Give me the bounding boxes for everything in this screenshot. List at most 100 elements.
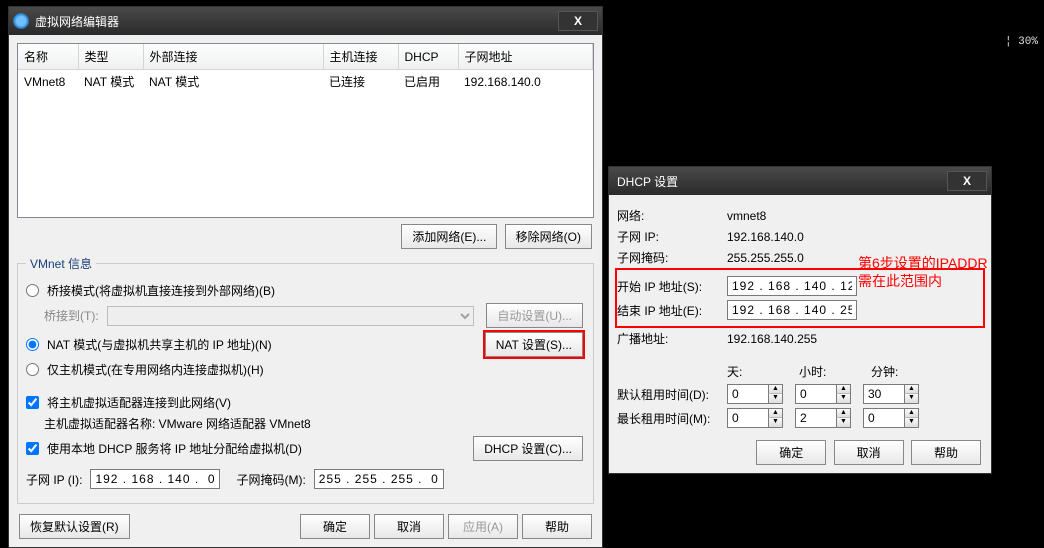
dhcp-ok-button[interactable]: 确定	[756, 440, 826, 465]
annotation-line1: 第6步设置的IPADDR	[858, 254, 988, 272]
nat-settings-button[interactable]: NAT 设置(S)...	[485, 332, 583, 357]
network-table[interactable]: 名称 类型 外部连接 主机连接 DHCP 子网地址 VMnet8 NAT 模式 …	[17, 43, 594, 218]
subnet-mask-label: 子网掩码(M):	[236, 471, 305, 488]
up-icon[interactable]: ▲	[768, 385, 782, 394]
restore-defaults-button[interactable]: 恢复默认设置(R)	[19, 514, 130, 539]
dhcp-title: DHCP 设置	[613, 173, 947, 190]
net-label: 网络:	[617, 207, 727, 224]
dhcp-cancel-button[interactable]: 取消	[834, 440, 904, 465]
default-lease-label: 默认租用时间(D):	[617, 386, 727, 403]
radio-nat-label: NAT 模式(与虚拟机共享主机的 IP 地址)(N)	[47, 336, 479, 353]
down-icon[interactable]: ▼	[836, 418, 850, 427]
dhcp-titlebar: DHCP 设置 X	[609, 167, 991, 195]
d-min-input[interactable]	[864, 385, 904, 403]
subnet-ip-label: 子网 IP (I):	[26, 471, 82, 488]
add-network-button[interactable]: 添加网络(E)...	[401, 224, 497, 249]
check-dhcp-label: 使用本地 DHCP 服务将 IP 地址分配给虚拟机(D)	[47, 440, 467, 457]
radio-bridge[interactable]	[26, 284, 39, 297]
sub-value: 192.168.140.0	[727, 230, 804, 244]
radio-bridge-label: 桥接模式(将虚拟机直接连接到外部网络)(B)	[47, 282, 275, 299]
day-header: 天:	[727, 363, 799, 380]
d-min-spinner[interactable]: ▲▼	[863, 384, 919, 404]
right-corner-text: ¦ 30%	[1005, 36, 1038, 48]
m-hour-spinner[interactable]: ▲▼	[795, 408, 851, 428]
down-icon[interactable]: ▼	[904, 418, 918, 427]
remove-network-button[interactable]: 移除网络(O)	[505, 224, 592, 249]
m-min-input[interactable]	[864, 409, 904, 427]
table-row[interactable]: VMnet8 NAT 模式 NAT 模式 已连接 已启用 192.168.140…	[18, 70, 593, 94]
col-host[interactable]: 主机连接	[323, 44, 398, 70]
close-icon[interactable]: X	[558, 11, 598, 31]
down-icon[interactable]: ▼	[836, 394, 850, 403]
app-icon	[13, 13, 29, 29]
sub-label: 子网 IP:	[617, 228, 727, 245]
check-host-adapter-label: 将主机虚拟适配器连接到此网络(V)	[47, 394, 231, 411]
bcast-value: 192.168.140.255	[727, 332, 817, 346]
annotation-line2: 需在此范围内	[858, 272, 988, 290]
m-day-input[interactable]	[728, 409, 768, 427]
main-titlebar: 虚拟网络编辑器 X	[9, 7, 602, 35]
min-header: 分钟:	[871, 363, 943, 380]
m-hour-input[interactable]	[796, 409, 836, 427]
end-ip-input[interactable]	[727, 300, 857, 320]
col-dhcp[interactable]: DHCP	[398, 44, 458, 70]
main-title: 虚拟网络编辑器	[35, 13, 558, 30]
cell-dhcp: 已启用	[398, 70, 458, 94]
dhcp-help-button[interactable]: 帮助	[911, 440, 981, 465]
bcast-label: 广播地址:	[617, 330, 727, 347]
d-hour-input[interactable]	[796, 385, 836, 403]
dhcp-window: DHCP 设置 X 网络:vmnet8 子网 IP:192.168.140.0 …	[608, 166, 992, 474]
m-day-spinner[interactable]: ▲▼	[727, 408, 783, 428]
hour-header: 小时:	[799, 363, 871, 380]
start-ip-label: 开始 IP 地址(S):	[617, 278, 727, 295]
d-day-spinner[interactable]: ▲▼	[727, 384, 783, 404]
col-name[interactable]: 名称	[18, 44, 78, 70]
mask-value: 255.255.255.0	[727, 251, 804, 265]
bridge-select	[107, 306, 475, 326]
m-min-spinner[interactable]: ▲▼	[863, 408, 919, 428]
vmnet-info-legend: VMnet 信息	[26, 255, 96, 272]
net-value: vmnet8	[727, 209, 766, 223]
down-icon[interactable]: ▼	[768, 394, 782, 403]
up-icon[interactable]: ▲	[836, 409, 850, 418]
apply-button: 应用(A)	[448, 514, 518, 539]
col-type[interactable]: 类型	[78, 44, 143, 70]
main-window: 虚拟网络编辑器 X 名称 类型 外部连接 主机连接 DHCP 子网地址 VMne…	[8, 6, 603, 548]
radio-hostonly[interactable]	[26, 363, 39, 376]
cell-ext: NAT 模式	[143, 70, 323, 94]
vmnet-info-group: VMnet 信息 桥接模式(将虚拟机直接连接到外部网络)(B) 桥接到(T): …	[17, 255, 594, 504]
radio-hostonly-label: 仅主机模式(在专用网络内连接虚拟机)(H)	[47, 361, 264, 378]
d-day-input[interactable]	[728, 385, 768, 403]
max-lease-label: 最长租用时间(M):	[617, 410, 727, 427]
up-icon[interactable]: ▲	[836, 385, 850, 394]
cell-type: NAT 模式	[78, 70, 143, 94]
end-ip-label: 结束 IP 地址(E):	[617, 302, 727, 319]
col-ext[interactable]: 外部连接	[143, 44, 323, 70]
cell-name: VMnet8	[18, 70, 78, 94]
subnet-mask-input[interactable]	[314, 469, 444, 489]
up-icon[interactable]: ▲	[768, 409, 782, 418]
col-subnet[interactable]: 子网地址	[458, 44, 593, 70]
bridge-to-label: 桥接到(T):	[44, 307, 99, 324]
mask-label: 子网掩码:	[617, 249, 727, 266]
cell-subnet: 192.168.140.0	[458, 70, 593, 94]
up-icon[interactable]: ▲	[904, 409, 918, 418]
ok-button[interactable]: 确定	[300, 514, 370, 539]
d-hour-spinner[interactable]: ▲▼	[795, 384, 851, 404]
dhcp-settings-button[interactable]: DHCP 设置(C)...	[473, 436, 583, 461]
bridge-auto-button: 自动设置(U)...	[486, 303, 583, 328]
down-icon[interactable]: ▼	[904, 394, 918, 403]
check-host-adapter[interactable]	[26, 396, 39, 409]
cancel-button[interactable]: 取消	[374, 514, 444, 539]
cell-host: 已连接	[323, 70, 398, 94]
subnet-ip-input[interactable]	[90, 469, 220, 489]
start-ip-input[interactable]	[727, 276, 857, 296]
dhcp-close-icon[interactable]: X	[947, 171, 987, 191]
host-adapter-info: 主机虚拟适配器名称: VMware 网络适配器 VMnet8	[44, 415, 585, 432]
radio-nat[interactable]	[26, 338, 39, 351]
down-icon[interactable]: ▼	[768, 418, 782, 427]
annotation-text: 第6步设置的IPADDR 需在此范围内	[858, 254, 988, 290]
check-dhcp[interactable]	[26, 442, 39, 455]
help-button[interactable]: 帮助	[522, 514, 592, 539]
up-icon[interactable]: ▲	[904, 385, 918, 394]
